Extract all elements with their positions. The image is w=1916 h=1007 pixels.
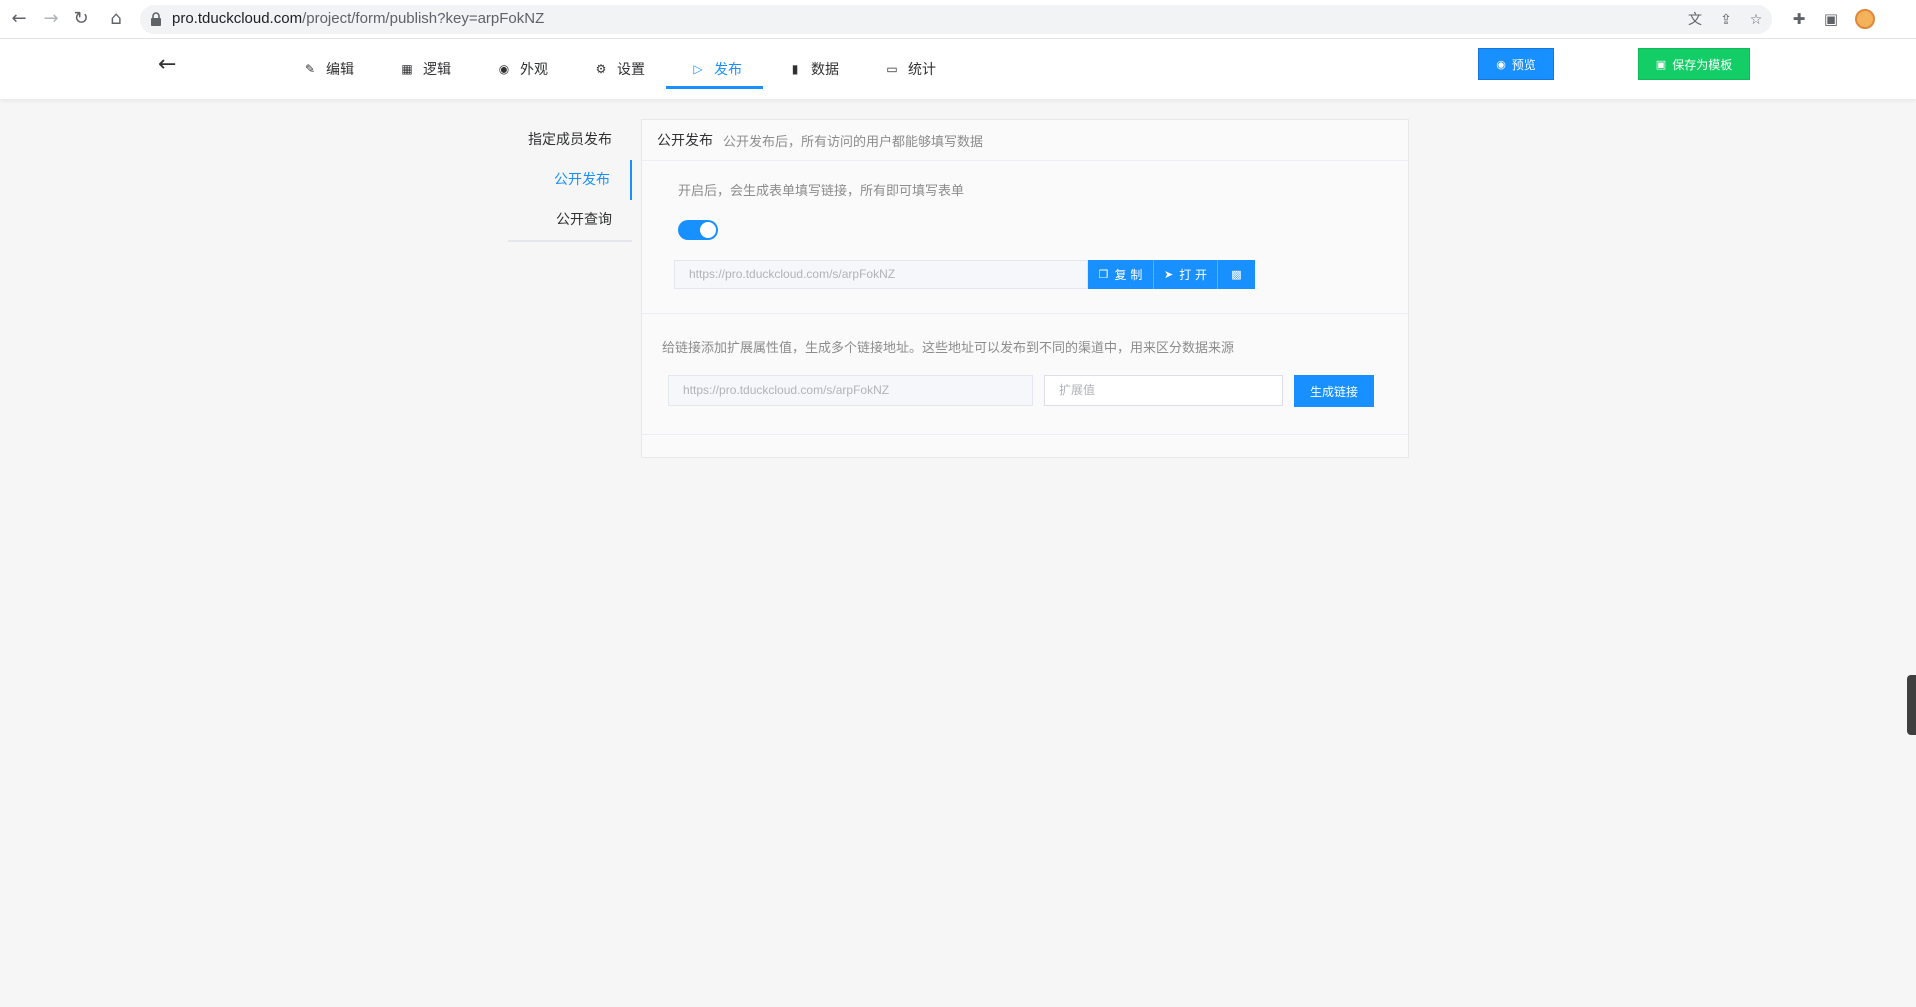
tab-publish[interactable]: ▷ 发布 xyxy=(690,39,742,99)
gear-icon: ⚙ xyxy=(595,62,607,76)
side-widget-handle[interactable] xyxy=(1907,675,1916,735)
tab-label: 数据 xyxy=(811,62,839,78)
profile-avatar[interactable] xyxy=(1855,9,1875,29)
panel-title: 公开发布 xyxy=(657,133,713,149)
tab-label: 外观 xyxy=(520,62,548,78)
menu-item-public-query[interactable]: 公开查询 xyxy=(508,200,632,240)
publish-side-menu: 指定成员发布 公开发布 公开查询 xyxy=(508,120,632,242)
tab-edit[interactable]: ✎ 编辑 xyxy=(302,39,354,99)
menu-item-public-publish[interactable]: 公开发布 xyxy=(508,160,632,200)
open-label: 打 开 xyxy=(1179,268,1208,282)
eye-icon: ◉ xyxy=(498,62,510,76)
forward-icon[interactable]: → xyxy=(40,8,62,30)
grid-icon: ▦ xyxy=(401,62,413,76)
tab-logic[interactable]: ▦ 逻辑 xyxy=(399,39,451,99)
active-tab-indicator xyxy=(666,86,763,89)
pencil-icon: ✎ xyxy=(304,62,316,76)
bar-chart-icon: ▮ xyxy=(791,62,799,76)
panel-header: 公开发布 公开发布后，所有访问的用户都能够填写数据 xyxy=(642,120,1408,161)
copy-icon: ❐ xyxy=(1098,268,1109,281)
extend-value-input[interactable]: 扩展值 xyxy=(1044,375,1283,406)
tab-appearance[interactable]: ◉ 外观 xyxy=(496,39,548,99)
qrcode-button[interactable]: ▩ xyxy=(1218,260,1255,289)
translate-icon[interactable]: 文 xyxy=(1687,12,1703,28)
send-icon: ➤ xyxy=(1163,268,1174,281)
back-arrow-icon[interactable]: ← xyxy=(158,53,182,77)
generate-link-button[interactable]: 生成链接 xyxy=(1294,375,1374,407)
publish-link-field[interactable]: https://pro.tduckcloud.com/s/arpFokNZ xyxy=(674,260,1088,289)
qrcode-icon: ▩ xyxy=(1231,268,1242,281)
publish-link-section: 开启后，会生成表单填写链接，所有即可填写表单 https://pro.tduck… xyxy=(642,162,1408,314)
tab-label: 逻辑 xyxy=(423,62,451,78)
extend-link-section: 给链接添加扩展属性值，生成多个链接地址。这些地址可以发布到不同的渠道中，用来区分… xyxy=(642,315,1408,435)
side-panel-icon[interactable]: ▣ xyxy=(1822,10,1840,28)
lock-icon xyxy=(151,12,161,26)
extend-base-link-field[interactable]: https://pro.tduckcloud.com/s/arpFokNZ xyxy=(668,375,1033,406)
save-template-label: 保存为模板 xyxy=(1672,57,1733,72)
browser-toolbar: ← → ↻ ⌂ pro.tduckcloud.com/project/form/… xyxy=(0,0,1916,39)
publish-description: 开启后，会生成表单填写链接，所有即可填写表单 xyxy=(678,184,965,199)
address-bar[interactable]: pro.tduckcloud.com/project/form/publish?… xyxy=(140,5,1772,34)
extend-description: 给链接添加扩展属性值，生成多个链接地址。这些地址可以发布到不同的渠道中，用来区分… xyxy=(662,341,1235,356)
reload-icon[interactable]: ↻ xyxy=(70,8,92,30)
tab-label: 设置 xyxy=(617,62,645,78)
tab-data[interactable]: ▮ 数据 xyxy=(787,39,839,99)
play-circle-icon: ▷ xyxy=(693,62,703,76)
bookmark-star-icon[interactable]: ☆ xyxy=(1748,12,1764,28)
tab-settings[interactable]: ⚙ 设置 xyxy=(593,39,645,99)
tab-label: 统计 xyxy=(908,62,936,78)
menu-item-member-publish[interactable]: 指定成员发布 xyxy=(508,120,632,160)
public-publish-panel: 公开发布 公开发布后，所有访问的用户都能够填写数据 开启后，会生成表单填写链接，… xyxy=(641,119,1409,458)
preview-button[interactable]: ◉ 预览 xyxy=(1478,48,1554,80)
tab-label: 发布 xyxy=(714,62,742,78)
extensions-icon[interactable]: ✚ xyxy=(1790,10,1808,28)
public-publish-toggle[interactable] xyxy=(678,220,718,240)
copy-button[interactable]: ❐ 复 制 xyxy=(1088,260,1154,289)
eye-icon: ◉ xyxy=(1496,57,1506,71)
app-header: ← ✎ 编辑 ▦ 逻辑 ◉ 外观 ⚙ 设置 ▷ 发布 ▮ 数据 ▭ 统计 ◉ 预… xyxy=(0,39,1916,99)
tab-label: 编辑 xyxy=(326,62,354,78)
panel-subtitle: 公开发布后，所有访问的用户都能够填写数据 xyxy=(723,134,984,150)
back-icon[interactable]: ← xyxy=(8,8,30,30)
save-template-button[interactable]: ▣ 保存为模板 xyxy=(1638,48,1750,80)
home-icon[interactable]: ⌂ xyxy=(105,8,127,30)
chat-bubble-icon: ▭ xyxy=(886,62,898,76)
preview-label: 预览 xyxy=(1511,57,1536,72)
copy-label: 复 制 xyxy=(1114,268,1143,282)
share-icon[interactable]: ⇪ xyxy=(1718,12,1734,28)
toggle-knob xyxy=(700,222,716,238)
save-icon: ▣ xyxy=(1655,57,1667,71)
open-button[interactable]: ➤ 打 开 xyxy=(1154,260,1218,289)
tab-statistics[interactable]: ▭ 统计 xyxy=(884,39,936,99)
url-text: pro.tduckcloud.com/project/form/publish?… xyxy=(172,10,545,27)
